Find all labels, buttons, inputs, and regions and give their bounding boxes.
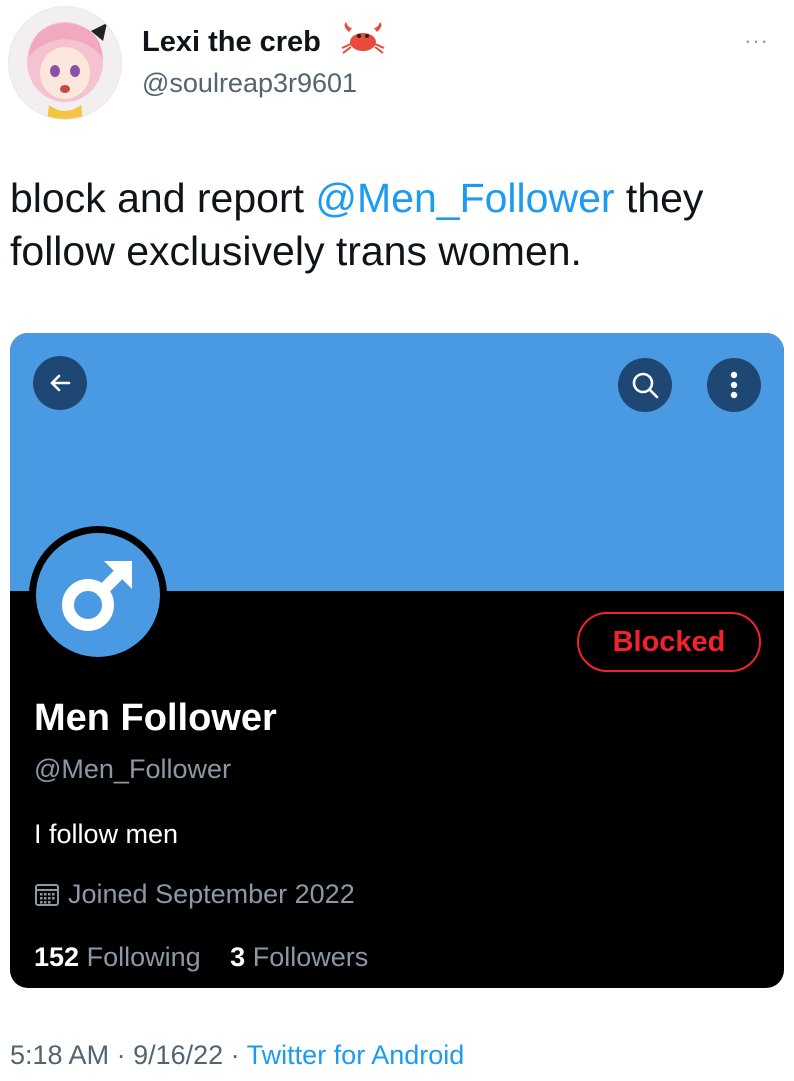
arrow-left-icon xyxy=(50,374,71,392)
profile-avatar[interactable] xyxy=(29,526,167,664)
footer-separator: · xyxy=(109,1040,134,1070)
tweet-header: Lexi the creb @soulreap3r9601 ··· xyxy=(0,0,794,130)
profile-handle: @Men_Follower xyxy=(34,754,231,784)
footer-separator-2: · xyxy=(223,1040,247,1070)
tweet-text-before: block and report xyxy=(10,175,316,221)
tweet-mention-link[interactable]: @Men_Follower xyxy=(315,175,614,221)
following-count: 152 xyxy=(34,942,80,972)
tweet-source-link[interactable]: Twitter for Android xyxy=(247,1040,465,1070)
profile-screenshot-card[interactable]: Blocked Men Follower @Men_Follower I fol… xyxy=(10,333,784,988)
followers-count: 3 xyxy=(230,942,246,972)
blocked-button[interactable]: Blocked xyxy=(577,612,761,672)
tweet-footer: 5:18 AM · 9/16/22 · Twitter for Android xyxy=(10,1040,464,1071)
profile-stats: 152 Following 3 Followers xyxy=(34,942,390,973)
search-icon xyxy=(632,372,659,399)
author-avatar[interactable] xyxy=(8,6,122,120)
profile-joined: Joined September 2022 xyxy=(34,879,355,910)
crab-icon xyxy=(340,22,386,61)
menu-button[interactable] xyxy=(707,358,761,412)
vertical-dots-icon xyxy=(730,371,738,399)
profile-avatar-circle xyxy=(36,533,160,657)
tweet-time[interactable]: 5:18 AM xyxy=(10,1040,109,1070)
followers-label: Followers xyxy=(252,942,369,972)
calendar-icon xyxy=(35,883,59,906)
followers-stat[interactable]: 3 Followers xyxy=(230,942,368,972)
male-symbol-icon xyxy=(62,561,132,631)
following-stat[interactable]: 152 Following xyxy=(34,942,201,972)
back-button[interactable] xyxy=(33,356,87,410)
profile-name: Men Follower xyxy=(34,697,277,739)
profile-bio: I follow men xyxy=(34,819,179,849)
more-dots-icon[interactable]: ··· xyxy=(744,28,769,54)
author-display-name[interactable]: Lexi the creb xyxy=(142,26,321,59)
search-button[interactable] xyxy=(618,358,672,412)
profile-joined-text: Joined September 2022 xyxy=(68,879,355,909)
following-label: Following xyxy=(86,942,201,972)
author-handle[interactable]: @soulreap3r9601 xyxy=(142,68,357,99)
tweet-text: block and report @Men_Follower they foll… xyxy=(10,172,790,278)
tweet-date[interactable]: 9/16/22 xyxy=(133,1040,223,1070)
